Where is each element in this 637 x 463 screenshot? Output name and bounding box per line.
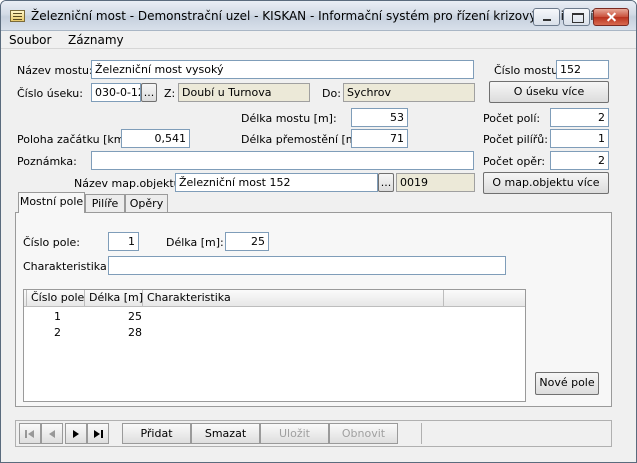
col-cislo-pole[interactable]: Číslo pole [27,290,85,307]
delka-premosteni-input[interactable]: 71 [351,129,408,148]
delka-mostu-input[interactable]: 53 [351,108,408,127]
pole-table[interactable]: Číslo pole Délka [m] Charakteristika 1 2… [23,289,526,402]
pocet-oper-label: Počet opěr: [483,155,546,168]
next-record-button[interactable] [65,423,87,444]
map-objekt-input[interactable]: Železniční most 152 [175,173,378,192]
row1-cislo: 1 [54,310,61,323]
nove-pole-button[interactable]: Nové pole [535,372,599,395]
poznamka-input[interactable] [91,151,474,170]
poloha-input[interactable]: 0,541 [121,129,190,148]
map-objekt-label: Název map.objektu: [74,177,185,190]
poznamka-label: Poznámka: [17,155,77,168]
do-label: Do: [322,87,341,100]
row2-delka: 28 [128,326,142,339]
useku-browse-button[interactable]: ... [141,83,157,102]
pocet-poli-label: Počet polí: [483,112,541,125]
navbar-separator [421,423,422,444]
col-delka[interactable]: Délka [m] [85,290,143,307]
z-label: Z: [164,87,176,100]
table-header: Číslo pole Délka [m] Charakteristika [24,290,525,307]
cislo-mostu-input[interactable]: 152 [556,60,609,79]
tab-mostni-pole[interactable]: Mostní pole [18,192,85,213]
row1-delka: 25 [128,310,142,323]
obnovit-button[interactable]: Obnovit [329,423,398,444]
cislo-useku-input[interactable]: 030-0-12 [91,83,141,102]
nazev-mostu-input[interactable]: Železniční most vysoký [91,60,474,79]
title-bar: Železniční most - Demonstrační uzel - KI… [1,1,636,31]
pocet-pliru-label: Počet pilířů: [483,133,548,146]
ulozit-button[interactable]: Uložit [260,423,329,444]
prev-record-button[interactable] [41,423,63,444]
minimize-button[interactable] [533,8,560,26]
last-record-button[interactable] [87,423,109,444]
first-record-button[interactable] [19,423,41,444]
main-window: Železniční most - Demonstrační uzel - KI… [0,0,637,463]
next-icon [73,430,79,438]
cislo-pole-input[interactable]: 1 [108,232,139,251]
cislo-useku-label: Číslo úseku: [17,87,83,100]
maximize-button[interactable] [563,8,590,26]
col-charakteristika[interactable]: Charakteristika [143,290,444,307]
do-field: Sychrov [343,83,475,102]
menu-soubor[interactable]: Soubor [9,33,51,47]
pocet-oper-input[interactable]: 2 [550,151,609,170]
menu-zaznamy[interactable]: Záznamy [68,33,124,47]
pocet-pliru-input[interactable]: 1 [550,129,609,148]
delka-pole-input[interactable]: 25 [225,232,269,251]
pocet-poli-input[interactable]: 2 [550,108,609,127]
charakteristika-input[interactable] [108,256,506,275]
map-objekt-code: 0019 [396,173,475,192]
nazev-mostu-label: Název mostu: [17,64,93,77]
window-title: Železniční most - Demonstrační uzel - KI… [31,9,594,23]
useku-vice-button[interactable]: O úseku více [489,81,609,103]
tab-pilire[interactable]: Pilíře [85,194,125,213]
z-field: Doubí u Turnova [178,83,310,102]
delka-mostu-label: Délka mostu [m]: [241,112,337,125]
poloha-label: Poloha začátku [km] [17,133,129,146]
prev-icon [49,430,55,438]
delka-premosteni-label: Délka přemostění [m]: [241,133,365,146]
menu-bar: Soubor Záznamy [1,31,636,49]
map-objekt-vice-button[interactable]: O map.objektu více [483,172,609,194]
map-objekt-browse-button[interactable]: ... [378,173,394,192]
delka-pole-label: Délka [m]: [166,236,224,249]
smazat-button[interactable]: Smazat [191,423,260,444]
cislo-pole-label: Číslo pole: [23,236,80,249]
last-icon [94,430,103,438]
charakteristika-label: Charakteristika: [23,260,111,273]
close-button[interactable] [593,8,629,26]
first-icon [25,430,34,438]
pridat-button[interactable]: Přidat [122,423,191,444]
row2-cislo: 2 [54,326,61,339]
cislo-mostu-label: Číslo mostu: [494,64,562,77]
tab-opery[interactable]: Opěry [125,194,168,213]
app-icon [10,10,25,22]
record-navigator: Přidat Smazat Uložit Obnovit [15,420,612,447]
